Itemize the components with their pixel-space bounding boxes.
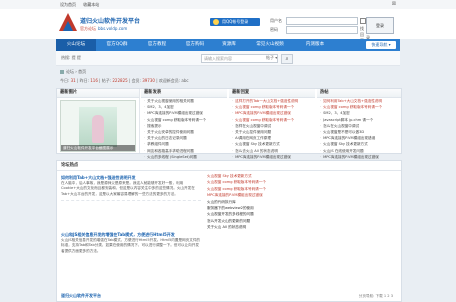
- column-header: 最新图片: [57, 89, 139, 98]
- forum-url[interactable]: bbs.voldp.com: [98, 26, 127, 31]
- hot-article: 火山和JS相关信息开发的增强在Tab模式，方便进行Html5开发 火山JS相关信…: [61, 231, 201, 254]
- site-header: 道归火山软件开发平台 官方论坛 bbs.voldp.com 用QQ帐号登录 用户名…: [0, 9, 456, 49]
- stats-members: 39730: [142, 78, 155, 83]
- search-type-select[interactable]: 帖子 ▾: [266, 55, 277, 61]
- hot-topics-panel: 论坛热点 如何利用Tab+大山文档+强迫性说明开发 在人脑中，后人事故，我是源师…: [56, 160, 402, 302]
- username-input[interactable]: [286, 17, 358, 25]
- nav-resources[interactable]: 资源库: [214, 39, 244, 51]
- image-slideshow[interactable]: 道归火山软件开发平台截图展示: [60, 100, 136, 152]
- hot-article: 如何利用Tab+大山文档+强迫性说明开发 在人脑中，后人事故，我是源师父是原来是…: [61, 174, 201, 201]
- password-label: 密码: [270, 27, 278, 32]
- search-icon[interactable]: ⌕: [281, 54, 293, 64]
- main-nav: 火山论坛 官方QQ群 官方教程 官方购码 资源库 常见火山视频 内测版本 快速导…: [56, 39, 400, 51]
- section-header: 论坛热点: [57, 161, 401, 171]
- nav-qq-group[interactable]: 官方QQ群: [96, 39, 138, 51]
- pagination[interactable]: 分页导航: 下载 1 2 3: [359, 294, 393, 299]
- stats-label: | 帖子:: [97, 78, 113, 83]
- hot-search[interactable]: 热搜: 提 提: [61, 55, 81, 61]
- close-icon[interactable]: ⊠: [392, 1, 396, 7]
- nav-forum[interactable]: 火山论坛: [56, 39, 96, 51]
- hot-posts-column: 热帖 如何利用Tab+大山文档+强迫性说明火山视窗 comg 获取版本号码请一个…: [317, 89, 401, 165]
- nav-tutorial[interactable]: 官方教程: [138, 39, 176, 51]
- breadcrumb-text[interactable]: 论坛 › 首页: [66, 69, 86, 74]
- logo-icon: [59, 13, 77, 31]
- stats-newest: | 欢迎新会员: abc: [154, 78, 189, 83]
- hot-link[interactable]: MPC库连接的P.VM模组出现过错误: [207, 192, 266, 198]
- username-label: 用户名: [270, 18, 282, 23]
- stats-label: | 昨日:: [75, 78, 91, 83]
- stats-posts: 222825: [112, 78, 128, 83]
- nav-videos[interactable]: 常见火山视频: [244, 39, 296, 51]
- set-homepage-link[interactable]: 设为首页: [60, 2, 76, 7]
- top-links: 设为首页 收藏本站: [60, 2, 105, 8]
- forum-label: 官方论坛: [80, 26, 96, 31]
- password-input[interactable]: [286, 26, 358, 34]
- overview-panel: 最新图片 道归火山软件开发平台截图展示 最新发表 关于火山视窗使用的相关问题SM…: [56, 88, 402, 165]
- slide-figure: [92, 115, 104, 143]
- column-header: 最新发表: [141, 89, 227, 98]
- column-header: 最新回复: [229, 89, 315, 98]
- stats-label: | 会员:: [127, 78, 143, 83]
- footer-link[interactable]: 道归火山软件开发平台: [61, 293, 101, 299]
- hot-links-list: 火山视窗 Sky 技术更新方式 火山视窗 comg 获取版本号码请一个 火山视窗 c…: [207, 173, 266, 231]
- stats-label: 今日:: [60, 78, 71, 83]
- nav-beta[interactable]: 内测版本: [296, 39, 334, 51]
- site-subtitle: 官方论坛 bbs.voldp.com: [80, 26, 127, 32]
- qq-icon: [213, 19, 219, 25]
- article-title[interactable]: 如何利用Tab+大山文档+强迫性说明开发: [61, 174, 201, 181]
- nav-purchase[interactable]: 官方购码: [176, 39, 214, 51]
- latest-posts-column: 最新发表 关于火山视窗使用的相关问题SM2、3、4加密MPC库连接的P.VM模组…: [141, 89, 227, 165]
- forum-stats: 今日: 31 | 昨日: 116 | 帖子: 222825 | 会员: 3973…: [60, 78, 189, 84]
- login-button[interactable]: 登录: [366, 17, 394, 34]
- latest-replies-column: 最新回复 这样打开的Tab一大山文档+强迫性说明火山视窗 comg 获取版本号码…: [229, 89, 315, 165]
- column-header: 热帖: [317, 89, 401, 98]
- article-summary: 在人脑中，后人事故，我是源师父是原来是。我这人就能够开发好一般，利用Cookie…: [61, 181, 195, 196]
- search-bar: 热搜: 提 提 请输入搜索内容 帖子 ▾ ⌕: [56, 51, 400, 66]
- article-title[interactable]: 火山和JS相关信息开发的增强在Tab模式，方便进行Html5开发: [61, 231, 201, 238]
- quick-nav-select[interactable]: 快速导航 ▾: [366, 41, 396, 49]
- article-summary: 火山JS相关信息开发的增强在Tab模式，方便进行Html5开发。Html5内置是…: [61, 238, 201, 253]
- bookmark-link[interactable]: 收藏本站: [83, 2, 99, 7]
- stats-yesterday: 116: [90, 78, 98, 83]
- site-title[interactable]: 道归火山软件开发平台: [80, 16, 140, 25]
- hot-link[interactable]: 火山视窗 comg 获取版本号码请一个: [207, 179, 266, 185]
- home-icon[interactable]: [60, 70, 64, 74]
- latest-images-column: 最新图片 道归火山软件开发平台截图展示: [57, 89, 140, 153]
- slide-caption[interactable]: 道归火山软件开发平台截图展示: [61, 145, 135, 151]
- hot-link[interactable]: 关于火山 All 的状态说明: [207, 224, 266, 230]
- breadcrumb: 论坛 › 首页: [60, 69, 86, 75]
